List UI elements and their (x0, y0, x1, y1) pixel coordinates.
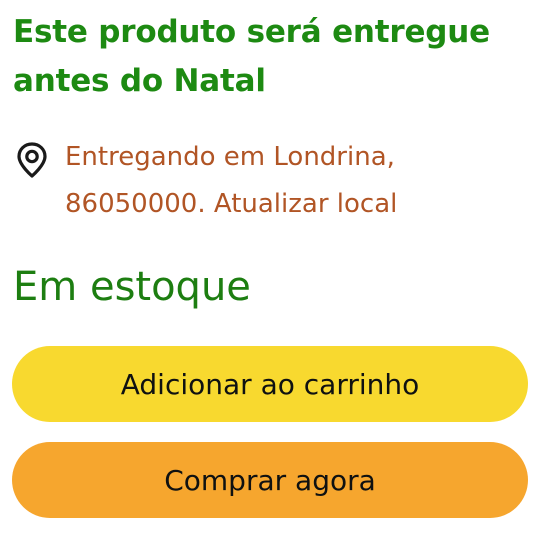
location-pin-icon (15, 142, 49, 178)
delivery-headline: Este produto será entregue antes do Nata… (13, 14, 490, 99)
delivery-location: Entregando em Londrina, 86050000. Atuali… (15, 134, 535, 234)
stock-status: Em estoque (13, 264, 251, 310)
buy-now-button[interactable]: Comprar agora (12, 442, 528, 518)
update-location-link[interactable]: Entregando em Londrina, 86050000. Atuali… (65, 134, 505, 228)
add-to-cart-button[interactable]: Adicionar ao carrinho (12, 346, 528, 422)
